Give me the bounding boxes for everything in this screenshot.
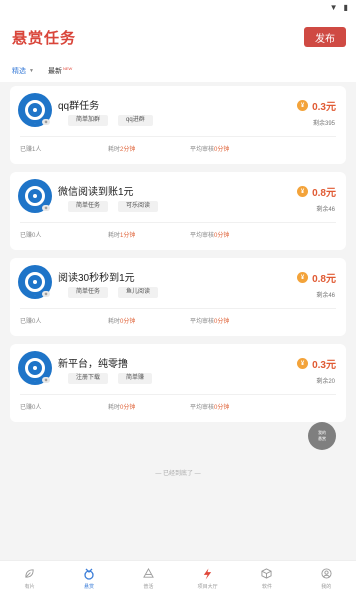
- task-card[interactable]: · ◈ qq群任务 简单加群 qq进群 ¥ 0.3元 剩余395 已赚1人 耗时…: [10, 86, 346, 164]
- task-name: 微信阅读到账1元: [58, 187, 134, 198]
- page-title: 悬赏任务: [12, 29, 77, 47]
- task-list: · ◈ qq群任务 简单加群 qq进群 ¥ 0.3元 剩余395 已赚1人 耗时…: [0, 82, 356, 422]
- done-count: 已赚1人: [20, 147, 42, 153]
- remaining-count: 剩余20: [316, 379, 335, 385]
- task-name: qq群任务: [58, 101, 100, 112]
- review-time: 平均审核0分钟: [190, 147, 230, 153]
- nav-label: 普活: [143, 583, 154, 590]
- task-tag: 简单任务: [68, 287, 109, 298]
- app-header: 悬赏任务 发布: [0, 14, 356, 60]
- leaf-icon: [24, 568, 36, 580]
- filter-select[interactable]: 精选 ▼: [12, 66, 34, 76]
- battery-icon: ▮: [343, 2, 348, 12]
- filter-select-label: 精选: [12, 68, 26, 75]
- nav-label: 项目大厅: [197, 583, 218, 590]
- task-reward: ¥ 0.8元: [297, 184, 336, 199]
- reward-value: 0.8元: [312, 188, 336, 199]
- caret-down-icon: ▼: [29, 68, 34, 74]
- activity-icon: [142, 568, 154, 580]
- done-count: 已赚0人: [20, 233, 42, 239]
- float-button-line2: 悬赏: [318, 436, 326, 441]
- my-reward-float-button[interactable]: 我的 悬赏: [308, 422, 336, 450]
- task-tag: qq进群: [118, 115, 153, 126]
- coin-icon: ¥: [297, 272, 309, 283]
- task-tag: 简单加群: [68, 115, 109, 126]
- task-tags: 简单任务 鱼儿阅读: [68, 287, 159, 298]
- reward-value: 0.3元: [312, 360, 336, 371]
- divider: [20, 308, 336, 309]
- task-tags: 注册下载 简单赚: [68, 373, 153, 384]
- task-tag: 简单任务: [68, 201, 109, 212]
- task-card[interactable]: · ◈ 阅读30秒秒到1元 简单任务 鱼儿阅读 ¥ 0.8元 剩余46 已赚0人…: [10, 258, 346, 336]
- task-reward: ¥ 0.3元: [297, 356, 336, 371]
- nav-item-reward[interactable]: 悬赏: [59, 561, 118, 596]
- task-reward: ¥ 0.3元: [297, 98, 336, 113]
- user-icon: [320, 568, 332, 580]
- nav-label: 有片: [24, 583, 35, 590]
- task-card[interactable]: · ◈ 新平台，纯零撸 注册下载 简单赚 ¥ 0.3元 剩余20 已赚0人 耗时…: [10, 344, 346, 422]
- nav-label: 悬赏: [83, 583, 94, 590]
- lightning-icon: [202, 568, 214, 580]
- badge-icon: ◈: [42, 119, 50, 125]
- badge-icon: ◈: [42, 205, 50, 211]
- nav-item-youpian[interactable]: 有片: [0, 561, 59, 596]
- nav-item-mine[interactable]: 我的: [297, 561, 356, 596]
- bottom-nav: 有片 悬赏 普活 项目大厅 软件 我的: [0, 560, 356, 596]
- filter-latest-label: 最新: [47, 68, 62, 75]
- task-tag: 注册下载: [68, 373, 109, 384]
- remaining-count: 剩余46: [316, 293, 335, 299]
- reward-value: 0.3元: [312, 102, 336, 113]
- task-tag: 鱼儿阅读: [118, 287, 159, 298]
- reward-icon: [83, 568, 95, 580]
- box-icon: [261, 568, 273, 580]
- reward-value: 0.8元: [312, 274, 336, 285]
- nav-item-activity[interactable]: 普活: [119, 561, 178, 596]
- task-tag: 简单赚: [118, 373, 153, 384]
- nav-label: 软件: [261, 583, 272, 590]
- coin-icon: ¥: [297, 358, 309, 369]
- time-cost: 耗时1分钟: [108, 233, 136, 239]
- done-count: 已赚0人: [20, 319, 42, 325]
- filter-bar: 精选 ▼ 最新NEW: [0, 60, 356, 82]
- nav-label: 我的: [321, 583, 332, 590]
- coin-icon: ¥: [297, 100, 309, 111]
- remaining-count: 剩余395: [312, 121, 335, 127]
- remaining-count: 剩余46: [316, 207, 335, 213]
- task-name: 阅读30秒秒到1元: [58, 273, 135, 284]
- review-time: 平均审核0分钟: [190, 405, 230, 411]
- task-reward: ¥ 0.8元: [297, 270, 336, 285]
- divider: [20, 394, 336, 395]
- task-tags: 简单加群 qq进群: [68, 115, 153, 126]
- done-count: 已赚0人: [20, 405, 42, 411]
- status-bar: ▼ ▮: [0, 0, 356, 14]
- time-cost: 耗时0分钟: [108, 319, 136, 325]
- coin-icon: ¥: [297, 186, 309, 197]
- new-badge: NEW: [62, 66, 73, 71]
- divider: [20, 136, 336, 137]
- wifi-icon: ▼: [329, 2, 338, 12]
- task-name: 新平台，纯零撸: [58, 359, 128, 370]
- divider: [20, 222, 336, 223]
- time-cost: 耗时2分钟: [108, 147, 136, 153]
- task-tags: 简单任务 可乐阅读: [68, 201, 159, 212]
- end-of-list-text: — 已经到底了 —: [155, 471, 201, 477]
- task-card[interactable]: · ◈ 微信阅读到账1元 简单任务 可乐阅读 ¥ 0.8元 剩余46 已赚0人 …: [10, 172, 346, 250]
- nav-item-project-hall[interactable]: 项目大厅: [178, 561, 237, 596]
- badge-icon: ◈: [42, 291, 50, 297]
- filter-latest[interactable]: 最新NEW: [48, 66, 72, 76]
- time-cost: 耗时0分钟: [108, 405, 136, 411]
- review-time: 平均审核0分钟: [190, 319, 230, 325]
- badge-icon: ◈: [42, 377, 50, 383]
- task-tag: 可乐阅读: [118, 201, 159, 212]
- publish-button[interactable]: 发布: [304, 27, 346, 47]
- review-time: 平均审核0分钟: [190, 233, 230, 239]
- nav-item-software[interactable]: 软件: [237, 561, 296, 596]
